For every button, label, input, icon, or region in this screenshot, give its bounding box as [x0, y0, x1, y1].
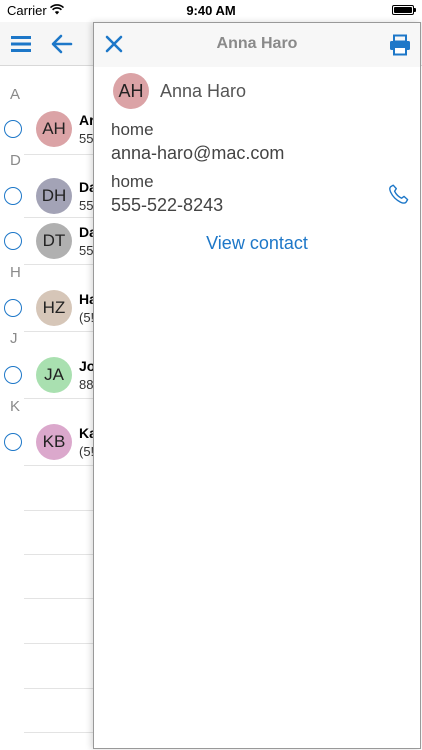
print-icon[interactable]	[389, 34, 411, 56]
contact-detail: 55	[79, 198, 94, 213]
contact-detail: (5!	[79, 310, 95, 325]
select-radio[interactable]	[4, 366, 22, 384]
contact-detail: 55	[79, 131, 94, 146]
list-item[interactable]: KB Ka (5!	[0, 423, 100, 467]
divider	[24, 154, 104, 155]
contact-detail-panel: Anna Haro AH Anna Haro home anna-haro@ma…	[93, 22, 421, 749]
contact-avatar: AH	[113, 73, 149, 109]
email-label: home	[111, 120, 154, 139]
avatar: DH	[36, 178, 72, 214]
list-item[interactable]: JA Jo 88	[0, 356, 100, 400]
list-item[interactable]: HZ Ha (5!	[0, 289, 100, 333]
phone-label: home	[111, 172, 154, 191]
divider	[24, 331, 104, 332]
divider	[24, 217, 104, 218]
divider	[24, 554, 104, 555]
status-bar: Carrier 9:40 AM	[0, 0, 422, 22]
contact-detail: 55	[79, 243, 94, 258]
phone-value[interactable]: 555-522-8243	[111, 195, 223, 216]
contact-full-name: Anna Haro	[160, 81, 247, 101]
divider	[24, 264, 104, 265]
divider	[24, 465, 104, 466]
battery-icon	[392, 5, 416, 15]
divider	[24, 510, 104, 511]
list-item[interactable]: DH Da 55	[0, 177, 100, 221]
avatar: JA	[36, 357, 72, 393]
email-value[interactable]: anna-haro@mac.com	[111, 143, 284, 164]
divider	[24, 732, 104, 733]
divider	[24, 598, 104, 599]
panel-header: Anna Haro	[94, 23, 420, 67]
view-contact-link[interactable]: View contact	[94, 233, 420, 254]
phone-icon[interactable]	[388, 183, 410, 205]
select-radio[interactable]	[4, 433, 22, 451]
panel-title: Anna Haro	[216, 35, 298, 52]
avatar: HZ	[36, 290, 72, 326]
divider	[24, 398, 104, 399]
back-arrow-icon[interactable]	[50, 32, 74, 56]
select-radio[interactable]	[4, 299, 22, 317]
contact-detail: 88	[79, 377, 94, 392]
select-radio[interactable]	[4, 120, 22, 138]
select-radio[interactable]	[4, 187, 22, 205]
list-item[interactable]: DT Da 55	[0, 222, 100, 266]
avatar: DT	[36, 223, 72, 259]
avatar: KB	[36, 424, 72, 460]
contact-detail: (5!	[79, 444, 95, 459]
avatar: AH	[36, 111, 72, 147]
list-item[interactable]: AH Ar 55	[0, 110, 100, 154]
divider	[24, 688, 104, 689]
section-header: A	[10, 86, 21, 103]
divider	[24, 643, 104, 644]
clock: 9:40 AM	[186, 3, 236, 18]
select-radio[interactable]	[4, 232, 22, 250]
menu-icon[interactable]	[10, 34, 32, 54]
